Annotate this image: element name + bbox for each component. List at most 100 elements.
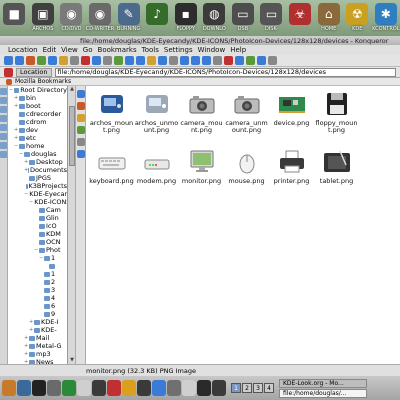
menu-tools[interactable]: Tools <box>142 46 159 54</box>
collapse-icon[interactable]: − <box>24 190 28 198</box>
launcher-icon[interactable] <box>32 380 46 396</box>
sidebar-tab[interactable] <box>0 88 7 95</box>
tree-item[interactable] <box>8 262 67 270</box>
desktop-icon[interactable]: ⌂ HOME <box>314 0 343 36</box>
task-button[interactable]: KDE-Look.org - Mo... <box>279 378 367 388</box>
toolbar-button-icon[interactable] <box>48 56 57 65</box>
launcher-icon[interactable] <box>197 380 211 396</box>
desktop-icon[interactable]: ▣ ARCHOS <box>29 0 58 36</box>
file-item[interactable]: camera_mount.png <box>179 90 224 146</box>
services-icon[interactable] <box>76 138 85 146</box>
tree-item[interactable]: 6 <box>8 302 67 310</box>
home-icon[interactable] <box>76 90 85 98</box>
tree-item[interactable]: + Desktop <box>8 158 67 166</box>
tree-item[interactable]: + KDE-I <box>8 318 67 326</box>
desktop-icon[interactable]: ▭ DISK- <box>257 0 286 36</box>
sidebar-tab[interactable] <box>0 115 7 122</box>
tree-item[interactable]: IcO <box>8 222 67 230</box>
network-icon[interactable] <box>76 126 85 134</box>
menu-help[interactable]: Help <box>230 46 246 54</box>
sidebar-tab[interactable] <box>0 151 7 158</box>
toolbar-button-icon[interactable] <box>202 56 211 65</box>
history-icon[interactable] <box>76 114 85 122</box>
desktop-icon[interactable]: ✎ BURNING <box>114 0 143 36</box>
bookmark-icon[interactable] <box>76 102 85 110</box>
desktop-icon[interactable]: ☣ <box>286 0 315 36</box>
desktop-icon[interactable]: ✱ KCONTROL <box>372 0 400 36</box>
tree-item[interactable]: + mp3 <box>8 350 67 358</box>
tree-item[interactable]: − Phot <box>8 246 67 254</box>
location-input[interactable]: file:/home/douglas/KDE-Eyecandy/KDE-ICON… <box>54 67 396 77</box>
toolbar-button-icon[interactable] <box>246 56 255 65</box>
scroll-down-icon[interactable]: ▼ <box>68 357 76 364</box>
file-item[interactable]: tablet.png <box>314 148 359 204</box>
launcher-icon[interactable] <box>17 380 31 396</box>
file-item[interactable]: mouse.png <box>224 148 269 204</box>
tree-item[interactable]: + dev <box>8 126 67 134</box>
tree-item[interactable]: 3 <box>8 286 67 294</box>
toolbar-button-icon[interactable] <box>114 56 123 65</box>
tree-item[interactable]: − home <box>8 142 67 150</box>
toolbar-button-icon[interactable] <box>125 56 134 65</box>
toolbar-button-icon[interactable] <box>147 56 156 65</box>
menu-settings[interactable]: Settings <box>164 46 193 54</box>
toolbar-button-icon[interactable] <box>136 56 145 65</box>
launcher-icon[interactable] <box>152 380 166 396</box>
tree-item[interactable]: 1 <box>8 270 67 278</box>
launcher-icon[interactable] <box>77 380 91 396</box>
tree-item[interactable]: + etc <box>8 134 67 142</box>
tree-item[interactable]: − KDE-ICONS <box>8 198 67 206</box>
tree-item[interactable]: + boot <box>8 102 67 110</box>
tree-item[interactable]: cdrecorder <box>8 110 67 118</box>
menu-bookmarks[interactable]: Bookmarks <box>98 46 137 54</box>
menu-view[interactable]: View <box>61 46 78 54</box>
desktop-icon[interactable]: ◉ CD-WRITER <box>86 0 115 36</box>
pager-desktop[interactable]: 4 <box>264 383 274 393</box>
file-item[interactable]: archos_mount.png <box>89 90 134 146</box>
desktop-icon[interactable]: ♪ <box>143 0 172 36</box>
desktop-icon[interactable]: ■ <box>0 0 29 36</box>
tree-item[interactable]: − douglas <box>8 150 67 158</box>
file-item[interactable]: floppy_mount.png <box>314 90 359 146</box>
task-button[interactable]: file:/home/douglas/... <box>279 388 367 398</box>
launcher-icon[interactable] <box>137 380 151 396</box>
sidebar-tab[interactable] <box>0 106 7 113</box>
tree-item[interactable]: 9 <box>8 310 67 318</box>
desktop-icon[interactable]: ▪ FLOPPY <box>171 0 200 36</box>
window-titlebar[interactable]: file:/home/douglas/KDE-Eyecandy/KDE-ICON… <box>0 36 400 45</box>
toolbar-button-icon[interactable] <box>26 56 35 65</box>
tree-item[interactable]: 4 <box>8 294 67 302</box>
toolbar-button-icon[interactable] <box>15 56 24 65</box>
toolbar-button-icon[interactable] <box>70 56 79 65</box>
launcher-icon[interactable] <box>2 380 16 396</box>
tree-item[interactable]: Cam <box>8 206 67 214</box>
menu-edit[interactable]: Edit <box>43 46 57 54</box>
toolbar-button-icon[interactable] <box>158 56 167 65</box>
toolbar-button-icon[interactable] <box>169 56 178 65</box>
launcher-icon[interactable] <box>212 380 226 396</box>
toolbar-button-icon[interactable] <box>92 56 101 65</box>
tree-item[interactable]: + Documents <box>8 166 67 174</box>
toolbar-button-icon[interactable] <box>191 56 200 65</box>
pager-desktop[interactable]: 1 <box>231 383 241 393</box>
sidebar-tab[interactable] <box>0 97 7 104</box>
root-folder-icon[interactable] <box>76 150 85 158</box>
file-item[interactable]: archos_unmount.png <box>134 90 179 146</box>
file-item[interactable]: printer.png <box>269 148 314 204</box>
tree-item[interactable]: Glin <box>8 214 67 222</box>
launcher-icon[interactable] <box>122 380 136 396</box>
toolbar-button-icon[interactable] <box>257 56 266 65</box>
tree-item[interactable]: −KDE-Eyecandy <box>8 190 67 198</box>
collapse-icon[interactable]: − <box>29 198 33 206</box>
sidebar-tab[interactable] <box>0 142 7 149</box>
menu-window[interactable]: Window <box>198 46 226 54</box>
sidebar-tab[interactable] <box>0 133 7 140</box>
launcher-icon[interactable] <box>92 380 106 396</box>
tree-item[interactable]: KDM <box>8 230 67 238</box>
tree-item[interactable]: OCN <box>8 238 67 246</box>
desktop-icon[interactable]: ◍ DOWNLO <box>200 0 229 36</box>
tree-item[interactable]: cdrom <box>8 118 67 126</box>
toolbar-button-icon[interactable] <box>224 56 233 65</box>
tree-item[interactable]: −1 <box>8 254 67 262</box>
menu-go[interactable]: Go <box>83 46 93 54</box>
